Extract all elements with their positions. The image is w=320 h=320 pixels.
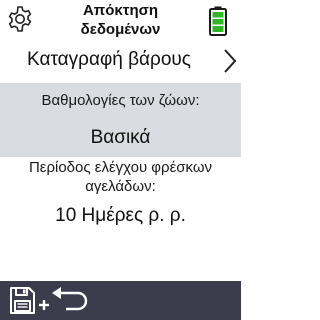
nav-label: Καταγραφή βάρους (27, 49, 191, 70)
header-bar: Απόκτηση δεδομένων (0, 0, 241, 42)
animal-scores-section[interactable]: Βαθμολογίες των ζώων: Βασικά (0, 83, 241, 157)
animal-scores-value: Βασικά (90, 127, 151, 148)
gear-icon (8, 6, 32, 32)
fresh-cow-period-label-line-2: αγελάδων: (85, 178, 156, 195)
save-and-return-icon (10, 287, 88, 314)
chevron-right-icon (224, 49, 237, 73)
page-title-line-1: Απόκτηση (82, 2, 159, 19)
save-and-return-button[interactable] (8, 284, 94, 318)
page-title-line-2: δεδομένων (80, 21, 161, 38)
fresh-cow-period-label-line-1: Περίοδος ελέγχου φρέσκων (28, 159, 213, 176)
battery-full-icon (209, 6, 227, 36)
fresh-cow-period-value: 10 Ημέρες ρ. ρ. (55, 205, 186, 226)
weight-recording-nav[interactable]: Καταγραφή βάρους (0, 44, 241, 78)
animal-scores-label: Βαθμολογίες των ζώων: (41, 92, 200, 109)
page-title: Απόκτηση δεδομένων (40, 1, 201, 39)
settings-button[interactable] (4, 3, 36, 35)
footer-bar (0, 281, 241, 320)
